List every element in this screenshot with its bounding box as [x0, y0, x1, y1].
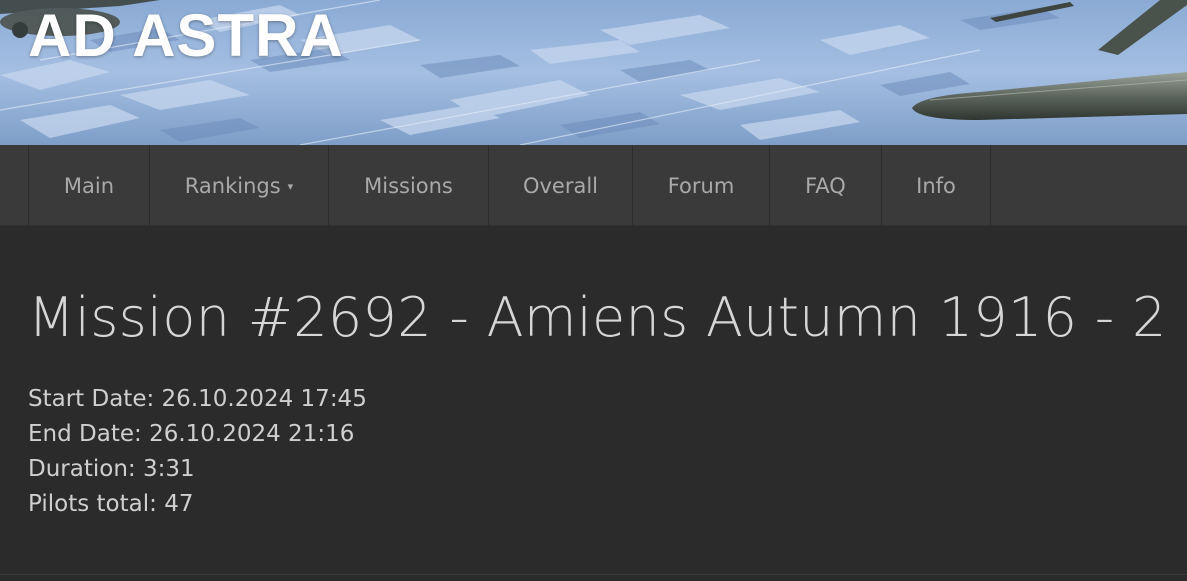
end-date-row: End Date: 26.10.2024 21:16 — [28, 417, 367, 452]
page-title: Mission #2692 - Amiens Autumn 1916 - 2 — [28, 286, 1167, 349]
nav-item-label: FAQ — [805, 173, 846, 198]
site-title[interactable]: AD ASTRA — [28, 0, 344, 76]
nav-item-forum[interactable]: Forum — [632, 145, 769, 226]
start-date-label: Start Date: — [28, 386, 155, 412]
start-date-row: Start Date: 26.10.2024 17:45 — [28, 382, 367, 417]
duration-value: 3:31 — [142, 456, 195, 482]
nav-item-info[interactable]: Info — [881, 145, 991, 226]
nav-item-label: Rankings — [184, 173, 281, 198]
nav-item-label: Info — [916, 173, 956, 198]
section-divider — [0, 574, 1187, 575]
nav-item-overall[interactable]: Overall — [488, 145, 632, 226]
nav-item-label: Main — [63, 173, 115, 198]
pilots-total-row: Pilots total: 47 — [28, 487, 367, 522]
nav-item-main[interactable]: Main — [28, 145, 149, 226]
nav-item-label: Overall — [522, 173, 599, 198]
nav-item-label: Missions — [364, 173, 453, 198]
mission-info: Start Date: 26.10.2024 17:45 End Date: 2… — [28, 382, 367, 522]
end-date-label: End Date: — [28, 421, 142, 447]
duration-label: Duration: — [28, 456, 136, 482]
pilots-total-label: Pilots total: — [28, 491, 157, 517]
pilots-total-value: 47 — [164, 491, 194, 517]
caret-down-icon: ▾ — [287, 180, 294, 193]
duration-row: Duration: 3:31 — [28, 452, 367, 487]
main-navbar: Main Rankings ▾ Missions Overall Forum F… — [0, 145, 1187, 226]
nav-list: Main Rankings ▾ Missions Overall Forum F… — [28, 145, 991, 226]
start-date-value: 26.10.2024 17:45 — [161, 386, 367, 412]
nav-item-rankings[interactable]: Rankings ▾ — [149, 145, 328, 226]
nav-item-faq[interactable]: FAQ — [769, 145, 881, 226]
nav-item-label: Forum — [667, 173, 735, 198]
site-banner: AD ASTRA — [0, 0, 1187, 145]
end-date-value: 26.10.2024 21:16 — [149, 421, 355, 447]
nav-item-missions[interactable]: Missions — [328, 145, 488, 226]
